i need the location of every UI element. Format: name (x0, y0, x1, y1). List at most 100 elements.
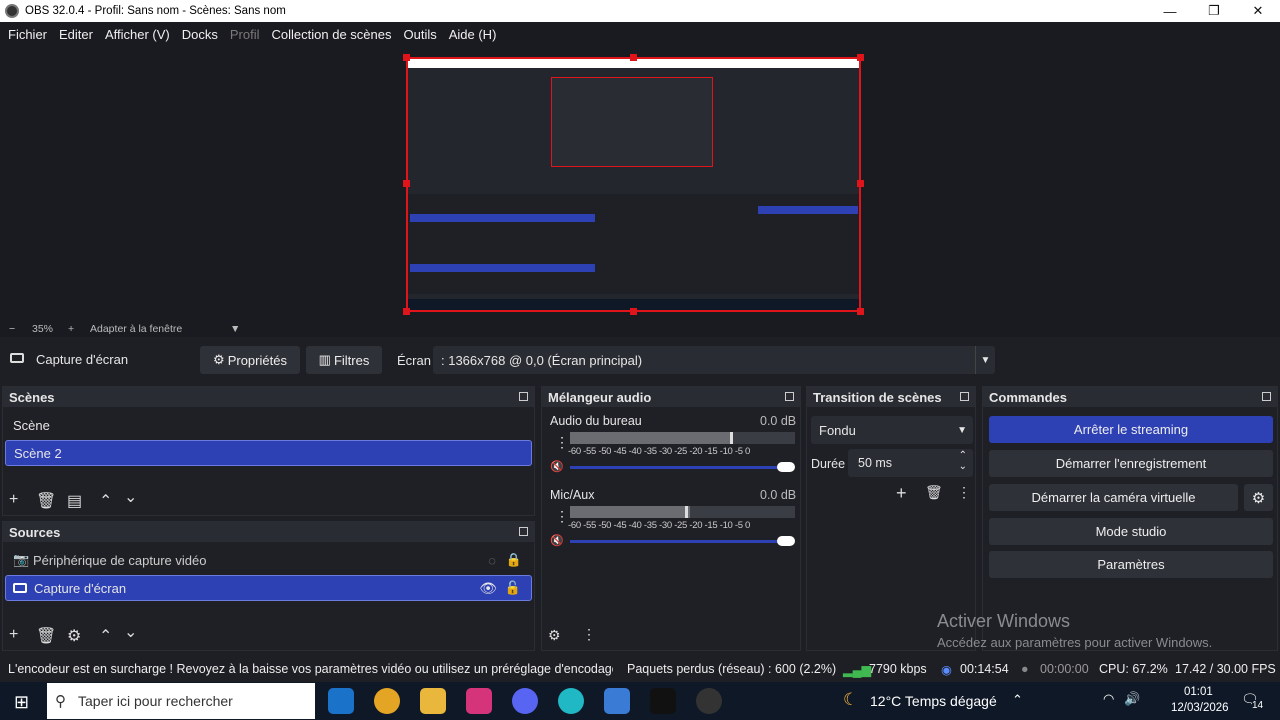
source-label: Périphérique de capture vidéo (33, 552, 207, 568)
trash-icon[interactable]: 🗑 (925, 484, 943, 501)
notification-count: 14 (1252, 700, 1264, 711)
speaker-icon[interactable]: 🔊 (1124, 691, 1140, 707)
wifi-icon[interactable]: ◠ (1103, 691, 1114, 707)
status-message: L'encodeur est en surcharge ! Revoyez à … (8, 662, 613, 676)
menu-editer[interactable]: Editer (53, 27, 99, 42)
preview-canvas[interactable] (406, 57, 861, 312)
trash-icon[interactable]: 🗑 (36, 491, 56, 511)
undock-icon[interactable] (519, 392, 528, 401)
resize-handle-t[interactable] (630, 54, 637, 61)
gears-icon[interactable]: ⚙ (548, 627, 561, 644)
clock-date[interactable]: 12/03/2026 (1171, 702, 1229, 714)
lock-icon[interactable]: 🔓 (505, 580, 521, 596)
trash-icon[interactable]: 🗑 (36, 626, 56, 646)
kebab-menu-icon[interactable]: ⋮ (582, 626, 596, 643)
scene-item[interactable]: Scène (5, 412, 532, 438)
obs-taskbar-icon[interactable] (696, 688, 722, 714)
add-icon[interactable]: + (9, 626, 18, 644)
minimize-button[interactable]: — (1148, 0, 1192, 22)
move-down-icon[interactable]: ⌄ (124, 487, 137, 507)
menu-docks[interactable]: Docks (176, 27, 224, 42)
search-icon: ⚲ (55, 693, 66, 710)
add-icon[interactable]: + (9, 491, 18, 509)
menu-outils[interactable]: Outils (397, 27, 442, 42)
filters-button[interactable]: ▥ Filtres (306, 346, 382, 374)
undock-icon[interactable] (960, 392, 969, 401)
windows-start-icon[interactable]: ⊞ (14, 692, 29, 713)
kebab-menu-icon[interactable]: ⋮ (957, 484, 971, 501)
mute-icon[interactable]: 🔇 (550, 534, 564, 547)
resize-handle-tl[interactable] (403, 54, 410, 61)
menu-profil[interactable]: Profil (224, 27, 266, 42)
menu-fichier[interactable]: Fichier (2, 27, 53, 42)
lock-icon[interactable]: 🔒 (506, 552, 522, 568)
resize-handle-br[interactable] (857, 308, 864, 315)
clock-time[interactable]: 01:01 (1184, 686, 1213, 698)
menu-afficher[interactable]: Afficher (V) (99, 27, 176, 42)
kebab-menu-icon[interactable]: ⋮ (555, 434, 569, 451)
move-down-icon[interactable]: ⌄ (124, 622, 137, 642)
close-button[interactable]: ✕ (1236, 0, 1280, 22)
visibility-hidden-icon[interactable]: ◌ (488, 553, 496, 568)
resize-handle-b[interactable] (630, 308, 637, 315)
transition-select[interactable]: Fondu ▼ (811, 416, 973, 444)
volume-meter (570, 432, 795, 444)
menu-aide[interactable]: Aide (H) (443, 27, 503, 42)
undock-icon[interactable] (785, 392, 794, 401)
volume-slider-knob[interactable] (777, 536, 795, 546)
file-explorer-icon[interactable] (420, 688, 446, 714)
discord-icon[interactable] (512, 688, 538, 714)
properties-label: Propriétés (227, 352, 287, 368)
commands-title: Commandes (989, 389, 1068, 405)
resize-handle-l[interactable] (403, 180, 410, 187)
resize-handle-bl[interactable] (403, 308, 410, 315)
zoom-out-button[interactable]: − (9, 323, 15, 335)
obs-window: OBS 32.0.4 - Profil: Sans nom - Scènes: … (0, 0, 1280, 720)
undock-icon[interactable] (1262, 392, 1271, 401)
restore-button[interactable]: ❐ (1192, 0, 1236, 22)
stop-streaming-button[interactable]: Arrêter le streaming (989, 416, 1273, 443)
move-up-icon[interactable]: ⌃ (99, 491, 112, 511)
undock-icon[interactable] (519, 527, 528, 536)
kebab-menu-icon[interactable]: ⋮ (555, 508, 569, 525)
taskbar-search[interactable]: ⚲ Taper ici pour rechercher (47, 683, 315, 719)
tiktok-icon[interactable] (650, 688, 676, 714)
scene-filters-icon[interactable]: ▤ (67, 491, 82, 511)
screen-select[interactable]: : 1366x768 @ 0,0 (Écran principal) ▼ (433, 346, 995, 374)
source-item-screen-capture[interactable]: Capture d'écran 👁 🔓 (5, 575, 532, 601)
properties-button[interactable]: ⚙ Propriétés (200, 346, 300, 374)
monitor-icon (13, 583, 27, 593)
scene-item-selected[interactable]: Scène 2 (5, 440, 532, 466)
menu-collection-scenes[interactable]: Collection de scènes (266, 27, 398, 42)
zoom-fit-select[interactable]: Adapter à la fenêtre (90, 323, 182, 335)
studio-mode-button[interactable]: Mode studio (989, 518, 1273, 545)
edge-icon[interactable] (328, 688, 354, 714)
obs-logo-icon (5, 4, 19, 18)
canva-icon[interactable] (558, 688, 584, 714)
chevron-up-icon[interactable]: ⌃ (959, 450, 967, 461)
weather-text[interactable]: 12°C Temps dégagé (870, 693, 997, 709)
resize-handle-tr[interactable] (857, 54, 864, 61)
start-recording-button[interactable]: Démarrer l'enregistrement (989, 450, 1273, 477)
chevron-down-icon[interactable]: ⌄ (959, 461, 967, 472)
start-virtual-camera-button[interactable]: Démarrer la caméra virtuelle (989, 484, 1238, 511)
settings-button[interactable]: Paramètres (989, 551, 1273, 578)
eye-icon[interactable]: 👁 (479, 580, 497, 597)
gear-icon[interactable]: ⚙ (67, 626, 81, 646)
move-up-icon[interactable]: ⌃ (99, 626, 112, 646)
zoom-in-button[interactable]: + (68, 323, 74, 335)
chevron-up-icon[interactable]: ⌃ (1012, 692, 1023, 708)
volume-slider-knob[interactable] (777, 462, 795, 472)
duration-spinbox[interactable]: 50 ms ⌃ ⌄ (848, 449, 973, 477)
store-icon[interactable] (604, 688, 630, 714)
volume-slider[interactable] (570, 466, 792, 469)
virtual-camera-settings-button[interactable]: ⚙ (1244, 484, 1273, 511)
chrome-icon[interactable] (374, 688, 400, 714)
instagram-icon[interactable] (466, 688, 492, 714)
mute-icon[interactable]: 🔇 (550, 460, 564, 473)
source-item-video-capture[interactable]: 📷 Périphérique de capture vidéo ◌ 🔒 (5, 547, 532, 573)
add-icon[interactable]: + (896, 483, 907, 504)
chevron-down-icon[interactable]: ▼ (230, 323, 240, 335)
volume-slider[interactable] (570, 540, 792, 543)
resize-handle-r[interactable] (857, 180, 864, 187)
